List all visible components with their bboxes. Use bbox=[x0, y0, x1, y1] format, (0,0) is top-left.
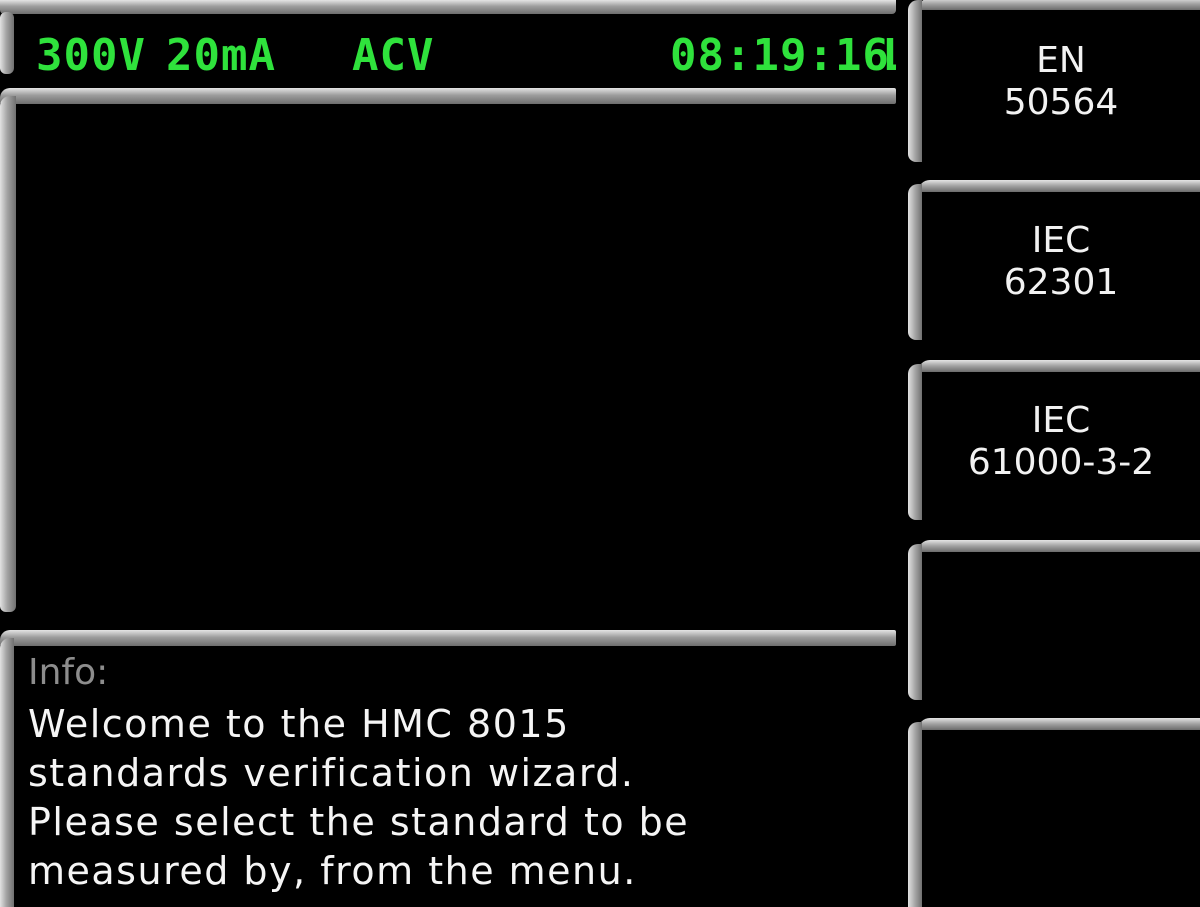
softkey-label-line2: 61000-3-2 bbox=[967, 442, 1155, 483]
info-line: Welcome to the HMC 8015 bbox=[28, 702, 570, 746]
softkey-label: IEC 62301 bbox=[928, 220, 1194, 304]
left-frame-bar bbox=[0, 96, 16, 612]
left-frame-notch-top bbox=[0, 12, 14, 74]
info-title: Info: bbox=[28, 652, 109, 693]
top-frame-bar bbox=[0, 0, 896, 14]
info-divider-bar bbox=[0, 630, 896, 646]
softkey-empty-4[interactable] bbox=[908, 540, 1200, 710]
softkey-bevel-top bbox=[918, 718, 1200, 730]
left-frame-bar-bottom bbox=[0, 638, 14, 907]
info-message: Welcome to the HMC 8015 standards verifi… bbox=[28, 700, 888, 896]
current-range: 20mA bbox=[166, 30, 276, 81]
softkey-bevel-top bbox=[918, 180, 1200, 192]
softkey-en-50564[interactable]: EN 50564 bbox=[908, 0, 1200, 170]
softkey-label-line1: EN bbox=[1036, 40, 1086, 81]
softkey-iec-61000-3-2[interactable]: IEC 61000-3-2 bbox=[908, 360, 1200, 530]
softkey-label: IEC 61000-3-2 bbox=[928, 400, 1194, 484]
info-line: measured by, from the menu. bbox=[28, 849, 637, 893]
softkey-label-line2: 50564 bbox=[1003, 82, 1119, 123]
softkey-bevel-top bbox=[918, 0, 1200, 10]
softkey-label-line1: IEC bbox=[1031, 400, 1091, 441]
instrument-display: 300V 20mA ACV 08:19:16 L EN 50564 IEC 62… bbox=[0, 0, 1200, 907]
clock-time: 08:19:16 bbox=[670, 30, 890, 81]
softkey-label: EN 50564 bbox=[928, 40, 1194, 124]
softkey-bevel-left bbox=[908, 184, 922, 340]
info-line: Please select the standard to be bbox=[28, 800, 690, 844]
status-divider-bar bbox=[0, 88, 896, 104]
softkey-bevel-top bbox=[918, 360, 1200, 372]
clipped-status-text: L bbox=[882, 30, 896, 81]
softkey-bevel-left bbox=[908, 722, 922, 907]
softkey-label-line2: 62301 bbox=[1003, 262, 1119, 303]
softkey-bevel-top bbox=[918, 540, 1200, 552]
softkey-bevel-left bbox=[908, 544, 922, 700]
softkey-bevel-left bbox=[908, 364, 922, 520]
clipped-status-char: L bbox=[870, 28, 896, 88]
info-line: standards verification wizard. bbox=[28, 751, 635, 795]
softkey-empty-5[interactable] bbox=[908, 718, 1200, 907]
softkey-bevel-left bbox=[908, 0, 922, 162]
softkey-iec-62301[interactable]: IEC 62301 bbox=[908, 180, 1200, 350]
measurement-mode: ACV bbox=[352, 30, 435, 81]
voltage-range: 300V bbox=[36, 30, 146, 81]
softkey-label-line1: IEC bbox=[1031, 220, 1091, 261]
